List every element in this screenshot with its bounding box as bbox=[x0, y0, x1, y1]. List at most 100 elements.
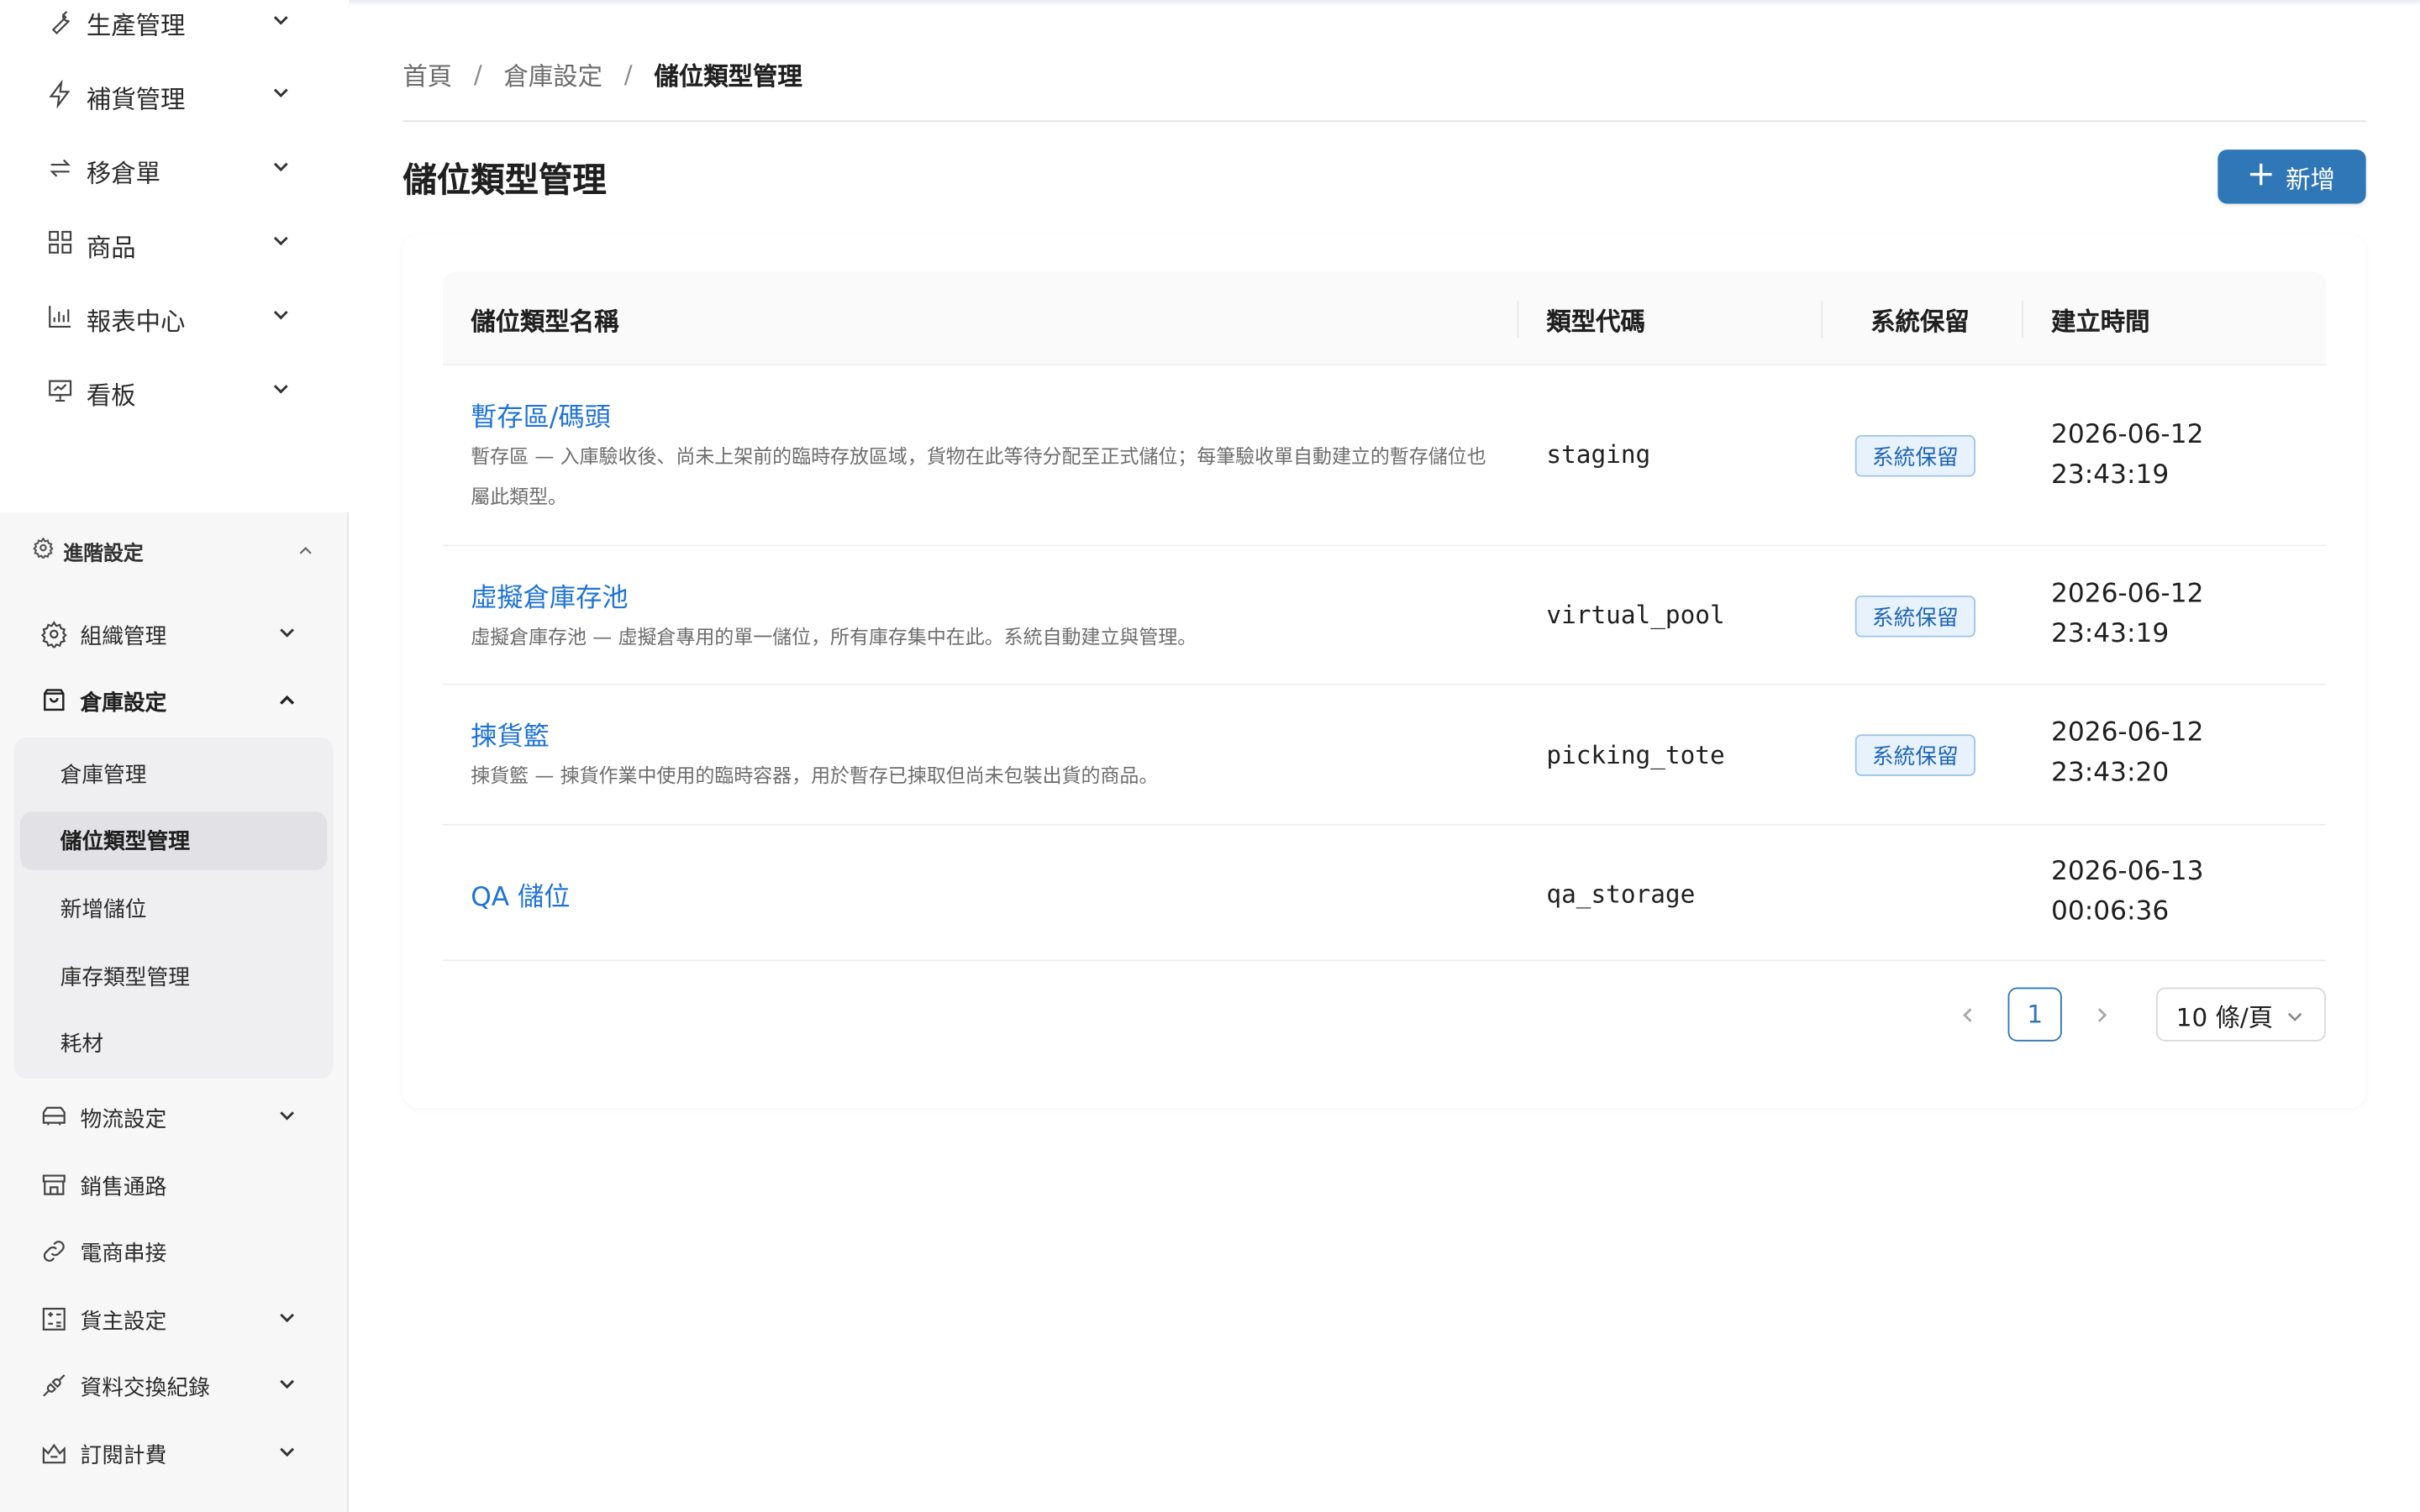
chevron-right-icon bbox=[2097, 1008, 2107, 1022]
chevron-down-icon bbox=[276, 1373, 298, 1395]
column-header-code: 類型代碼 bbox=[1546, 306, 1645, 336]
column-header-name: 儲位類型名稱 bbox=[471, 306, 619, 336]
sidebar-item-label: 倉庫設定 bbox=[80, 690, 167, 717]
location-type-description: 暫存區 — 入庫驗收後、尚未上架前的臨時存放區域，貨物在此等待分配至正式儲位；每… bbox=[471, 444, 1486, 508]
divider bbox=[402, 120, 2366, 123]
sidebar-item-transfer[interactable]: 移倉單 bbox=[0, 137, 349, 198]
pagination-page-1[interactable]: 1 bbox=[2007, 987, 2062, 1042]
created-clock: 00:06:36 bbox=[2050, 896, 2170, 927]
table-row: 揀貨籃 揀貨籃 — 揀貨作業中使用的臨時容器，用於暫存已揀取但尚未包裝出貨的商品… bbox=[443, 685, 2326, 826]
location-type-link[interactable]: 揀貨籃 bbox=[471, 714, 1492, 753]
created-clock: 23:43:20 bbox=[2050, 757, 2170, 789]
chevron-up-icon bbox=[276, 690, 298, 711]
bar-chart-icon bbox=[46, 302, 74, 330]
add-button-label: 新增 bbox=[2286, 164, 2335, 194]
created-time: 2026-06-12 23:43:20 bbox=[2051, 713, 2203, 794]
sidebar-item-data-exchange-log[interactable]: 資料交換紀錄 bbox=[0, 1355, 349, 1416]
dashboard-icon bbox=[46, 376, 74, 404]
created-date: 2026-06-12 bbox=[2050, 578, 2204, 610]
sidebar-item-sales-channels[interactable]: 銷售通路 bbox=[0, 1154, 349, 1215]
sidebar-section-advanced[interactable]: 進階設定 bbox=[0, 528, 349, 574]
breadcrumb-home[interactable]: 首頁 bbox=[402, 55, 452, 92]
location-type-link[interactable]: 暫存區/碼頭 bbox=[471, 395, 1492, 433]
transfer-icon bbox=[46, 155, 74, 182]
api-icon bbox=[40, 1372, 68, 1399]
chevron-down-icon bbox=[270, 81, 292, 103]
sidebar-subitem-warehouse-management[interactable]: 倉庫管理 bbox=[20, 745, 328, 804]
created-time: 2026-06-13 00:06:36 bbox=[2051, 852, 2203, 932]
sidebar: 生產管理 補貨管理 移倉單 商品 報表中心 看板 進階設定 組織管理 倉庫設定 … bbox=[0, 0, 350, 1512]
name-cell: QA 儲位 bbox=[471, 874, 570, 914]
sidebar-item-ecommerce-integration[interactable]: 電商串接 bbox=[0, 1221, 349, 1282]
add-button[interactable]: 新增 bbox=[2217, 150, 2366, 204]
table-row: 暫存區/碼頭 暫存區 — 入庫驗收後、尚未上架前的臨時存放區域，貨物在此等待分配… bbox=[443, 365, 2326, 547]
chevron-down-icon bbox=[276, 622, 298, 643]
sidebar-subitem-inventory-type-management[interactable]: 庫存類型管理 bbox=[20, 948, 328, 1006]
column-header-created: 建立時間 bbox=[2050, 306, 2150, 336]
sidebar-item-production[interactable]: 生產管理 bbox=[0, 0, 349, 51]
page-size-select[interactable]: 10 條/頁 bbox=[2155, 987, 2326, 1042]
chevron-down-icon bbox=[270, 156, 292, 178]
sidebar-item-label: 報表中心 bbox=[86, 307, 186, 337]
type-code: qa_storage bbox=[1546, 879, 1696, 909]
sidebar-item-reports[interactable]: 報表中心 bbox=[0, 286, 349, 347]
sidebar-item-label: 資料交換紀錄 bbox=[80, 1376, 210, 1401]
system-reserved-badge: 系統保留 bbox=[1854, 595, 1975, 638]
grid-icon bbox=[46, 228, 74, 256]
sidebar-subitem-location-type-management[interactable]: 儲位類型管理 bbox=[19, 811, 328, 870]
sidebar-section-label: 進階設定 bbox=[63, 543, 144, 567]
created-clock: 23:43:19 bbox=[2050, 459, 2170, 491]
sidebar-item-label: 訂閱計費 bbox=[80, 1444, 167, 1469]
sidebar-item-dashboard[interactable]: 看板 bbox=[0, 360, 349, 421]
sidebar-item-label: 生產管理 bbox=[86, 10, 186, 40]
sidebar-item-label: 銷售通路 bbox=[80, 1175, 167, 1200]
chevron-down-icon bbox=[270, 230, 292, 252]
sidebar-subitem-add-location[interactable]: 新增儲位 bbox=[20, 879, 328, 938]
location-type-link[interactable]: 虛擬倉庫存池 bbox=[471, 575, 1492, 614]
location-type-link[interactable]: QA 儲位 bbox=[471, 874, 570, 914]
sidebar-item-label: 電商串接 bbox=[80, 1242, 167, 1267]
sidebar-item-organization[interactable]: 組織管理 bbox=[0, 603, 349, 664]
warehouse-submenu: 倉庫管理 儲位類型管理 新增儲位 庫存類型管理 耗材 bbox=[13, 737, 334, 1079]
created-date: 2026-06-13 bbox=[2050, 856, 2204, 888]
store-icon bbox=[40, 1171, 68, 1199]
created-clock: 23:43:19 bbox=[2050, 618, 2170, 650]
created-date: 2026-06-12 bbox=[2050, 717, 2204, 748]
breadcrumb-separator: / bbox=[473, 59, 482, 89]
sidebar-item-label: 補貨管理 bbox=[86, 85, 186, 114]
sidebar-item-label: 移倉單 bbox=[86, 159, 161, 189]
chevron-down-icon bbox=[276, 1441, 298, 1462]
sidebar-item-owner-settings[interactable]: 貨主設定 bbox=[0, 1289, 349, 1350]
chevron-down-icon bbox=[270, 304, 292, 326]
pagination-next-button[interactable] bbox=[2082, 995, 2123, 1036]
link-icon bbox=[40, 1237, 68, 1265]
created-time: 2026-06-12 23:43:19 bbox=[2051, 574, 2203, 654]
sidebar-item-products[interactable]: 商品 bbox=[0, 212, 349, 273]
breadcrumb-separator: / bbox=[623, 59, 633, 89]
name-cell: 虛擬倉庫存池 虛擬倉庫存池 — 虛擬倉專用的單一儲位，所有庫存集中在此。系統自動… bbox=[471, 575, 1492, 657]
breadcrumb-warehouse-settings[interactable]: 倉庫設定 bbox=[504, 55, 603, 92]
sidebar-item-warehouse-settings[interactable]: 倉庫設定 bbox=[0, 669, 349, 731]
sidebar-item-replenishment[interactable]: 補貨管理 bbox=[0, 63, 349, 124]
location-type-description: 揀貨籃 — 揀貨作業中使用的臨時容器，用於暫存已揀取但尚未包裝出貨的商品。 bbox=[471, 764, 1159, 787]
column-divider bbox=[1517, 301, 1519, 339]
system-reserved-badge: 系統保留 bbox=[1854, 434, 1975, 477]
pagination-prev-button[interactable] bbox=[1948, 995, 1988, 1036]
gear-icon bbox=[40, 620, 68, 648]
gear-icon bbox=[33, 537, 55, 559]
chevron-down-icon bbox=[276, 1105, 298, 1126]
inbox-icon bbox=[40, 686, 68, 714]
plus-icon bbox=[2249, 160, 2273, 193]
chevron-up-icon bbox=[295, 540, 317, 562]
chevron-left-icon bbox=[1963, 1008, 1972, 1022]
column-divider bbox=[2022, 301, 2023, 339]
sidebar-item-logistics[interactable]: 物流設定 bbox=[0, 1086, 349, 1147]
wrench-icon bbox=[46, 8, 74, 35]
page-size-value: 10 條/頁 bbox=[2175, 1001, 2274, 1032]
sidebar-top-menu: 生產管理 補貨管理 移倉單 商品 報表中心 看板 bbox=[0, 0, 350, 512]
sidebar-subitem-consumables[interactable]: 耗材 bbox=[20, 1014, 328, 1073]
type-code: virtual_pool bbox=[1546, 600, 1725, 630]
created-date: 2026-06-12 bbox=[2050, 419, 2204, 451]
sidebar-item-label: 組織管理 bbox=[80, 624, 167, 650]
sidebar-item-subscription-billing[interactable]: 訂閱計費 bbox=[0, 1422, 349, 1483]
